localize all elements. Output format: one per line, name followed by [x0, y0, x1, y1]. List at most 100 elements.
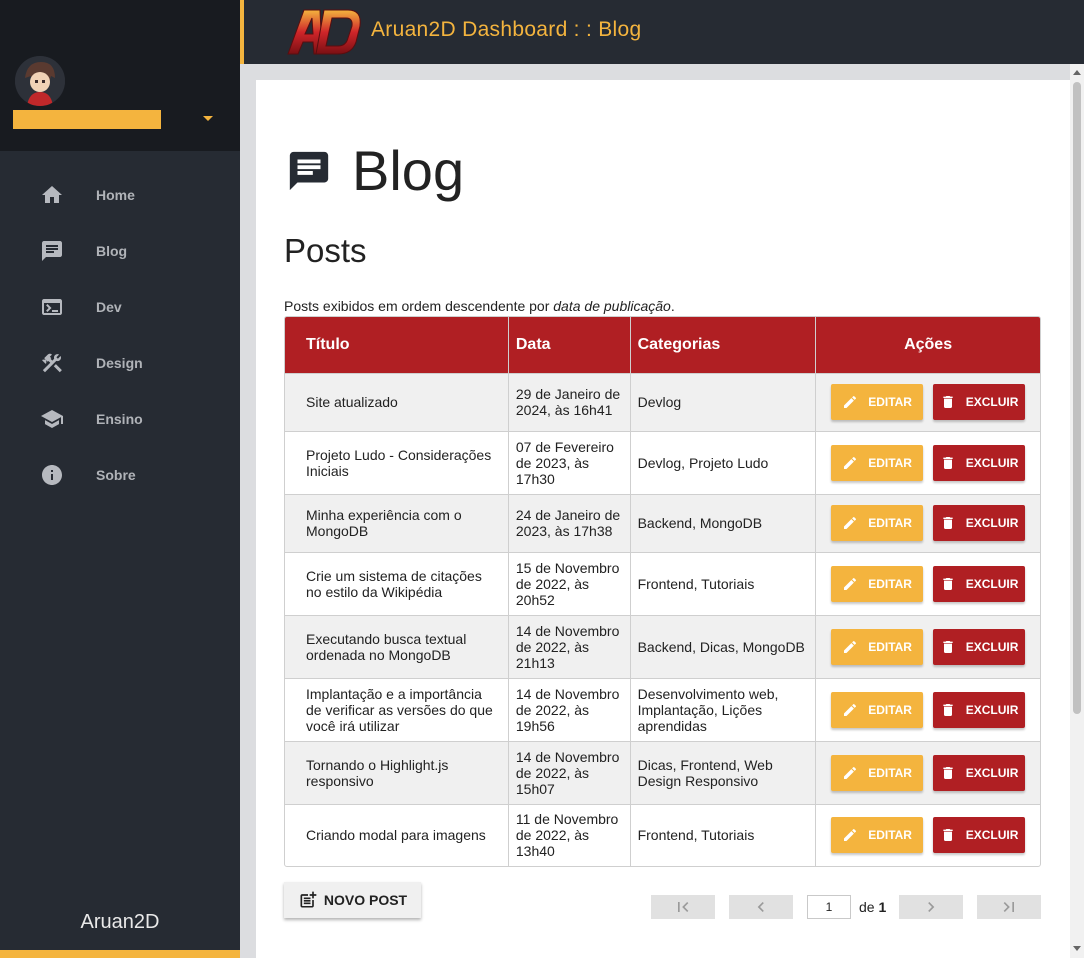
- brand-logo[interactable]: [286, 6, 364, 56]
- sidebar-item-design[interactable]: Design: [0, 335, 240, 391]
- delete-button[interactable]: EXCLUIR: [933, 565, 1026, 602]
- post-categories-cell: Backend, MongoDB: [630, 493, 817, 552]
- post-actions-cell: EDITAR EXCLUIR: [815, 430, 1040, 494]
- edit-button[interactable]: EDITAR: [831, 384, 924, 420]
- table-row: Tornando o Highlight.js responsivo 14 de …: [285, 740, 1040, 804]
- sidebar-item-ensino[interactable]: Ensino: [0, 391, 240, 447]
- pencil-icon: [844, 703, 857, 716]
- post-title-cell[interactable]: Tornando o Highlight.js responsivo: [285, 740, 509, 804]
- post-title-cell[interactable]: Criando modal para imagens: [285, 803, 509, 866]
- sidebar-item-home[interactable]: Home: [0, 167, 240, 223]
- home-icon: [42, 186, 62, 203]
- scroll-thumb[interactable]: [1073, 82, 1081, 714]
- column-header-date[interactable]: Data: [508, 317, 631, 373]
- edit-label: EDITAR: [868, 828, 912, 843]
- edit-label: EDITAR: [868, 455, 912, 470]
- post-categories-cell: Devlog, Projeto Ludo: [630, 430, 817, 494]
- delete-button[interactable]: EXCLUIR: [933, 384, 1026, 420]
- post-actions-cell: EDITAR EXCLUIR: [815, 803, 1040, 866]
- pencil-icon: [844, 516, 857, 529]
- post-actions-cell: EDITAR EXCLUIR: [815, 614, 1040, 678]
- delete-label: EXCLUIR: [965, 516, 1019, 530]
- user-name-bar[interactable]: [13, 110, 161, 129]
- edit-label: EDITAR: [868, 516, 912, 530]
- post-categories-cell: Frontend, Tutoriais: [630, 551, 817, 615]
- caption-suffix: .: [670, 298, 675, 314]
- post-actions-cell: EDITAR EXCLUIR: [815, 740, 1040, 804]
- scroll-down-icon[interactable]: [1073, 946, 1081, 951]
- post-title-cell[interactable]: Crie um sistema de citações no estilo da…: [285, 551, 509, 615]
- edit-button[interactable]: EDITAR: [831, 444, 924, 481]
- chat-icon: [42, 241, 62, 261]
- post-categories-cell: Dicas, Frontend, Web Design Responsivo: [630, 740, 817, 804]
- edit-label: EDITAR: [868, 639, 912, 654]
- delete-label: EXCLUIR: [965, 576, 1019, 591]
- new-post-button[interactable]: NOVO POST: [284, 882, 421, 918]
- post-categories-cell: Devlog: [630, 372, 817, 431]
- table-row: Minha experiência com o MongoDB 24 de Jan…: [285, 493, 1040, 552]
- sidebar-item-label: Dev: [96, 299, 122, 315]
- sidebar: Home Blog Dev Design Ensino Sobre Aruan2…: [0, 0, 240, 958]
- edit-button[interactable]: EDITAR: [831, 628, 924, 665]
- delete-button[interactable]: EXCLUIR: [933, 505, 1026, 541]
- tools-icon: [42, 353, 62, 373]
- chevron-left-icon: [757, 902, 764, 912]
- post-date-cell: 24 de Janeiro de 2023, às 17h38: [508, 493, 631, 552]
- delete-label: EXCLUIR: [965, 395, 1019, 409]
- edit-button[interactable]: EDITAR: [831, 817, 924, 854]
- sidebar-item-blog[interactable]: Blog: [0, 223, 240, 279]
- post-title-cell[interactable]: Projeto Ludo - Considerações Iniciais: [285, 430, 509, 494]
- delete-button[interactable]: EXCLUIR: [933, 628, 1026, 665]
- delete-button[interactable]: EXCLUIR: [933, 444, 1026, 481]
- caret-down-icon[interactable]: [203, 116, 213, 121]
- avatar[interactable]: [15, 56, 65, 106]
- trash-icon: [943, 703, 953, 716]
- table-row: Executando busca textual ordenada no Mon…: [285, 614, 1040, 678]
- page-number-input[interactable]: [807, 895, 851, 919]
- trash-icon: [943, 829, 953, 842]
- post-title-cell[interactable]: Executando busca textual ordenada no Mon…: [285, 614, 509, 678]
- prev-page-button[interactable]: [729, 895, 793, 919]
- next-page-button[interactable]: [899, 895, 963, 919]
- terminal-icon: [42, 299, 62, 315]
- column-header-title[interactable]: Título: [285, 317, 509, 373]
- scroll-up-icon[interactable]: [1073, 70, 1081, 75]
- sidebar-item-sobre[interactable]: Sobre: [0, 447, 240, 503]
- last-page-button[interactable]: [977, 895, 1041, 919]
- post-date-cell: 14 de Novembro de 2022, às 15h07: [508, 740, 631, 804]
- delete-label: EXCLUIR: [965, 765, 1019, 780]
- caption-prefix: Posts exibidos em ordem descendente por: [284, 298, 554, 314]
- table-row: Criando modal para imagens 11 de Novembro…: [285, 803, 1040, 866]
- edit-button[interactable]: EDITAR: [831, 754, 924, 791]
- trash-icon: [943, 577, 953, 590]
- edit-button[interactable]: EDITAR: [831, 505, 924, 541]
- post-title-cell[interactable]: Minha experiência com o MongoDB: [285, 493, 509, 552]
- first-page-icon: [678, 902, 689, 912]
- page-title: Blog: [286, 138, 464, 203]
- post-categories-cell: Frontend, Tutoriais: [630, 803, 817, 866]
- post-actions-cell: EDITAR EXCLUIR: [815, 551, 1040, 615]
- table-row: Crie um sistema de citações no estilo da…: [285, 551, 1040, 615]
- content-card: Blog Posts Posts exibidos em ordem desce…: [256, 80, 1070, 958]
- edit-button[interactable]: EDITAR: [831, 691, 924, 728]
- post-title-cell[interactable]: Site atualizado: [285, 372, 509, 431]
- pencil-icon: [844, 766, 857, 779]
- delete-label: EXCLUIR: [965, 639, 1019, 654]
- edit-label: EDITAR: [868, 395, 912, 409]
- column-header-categories[interactable]: Categorias: [630, 317, 817, 373]
- delete-button[interactable]: EXCLUIR: [933, 817, 1026, 854]
- sidebar-user-area: [0, 0, 240, 151]
- caption-emphasis: data de publicação: [553, 298, 671, 314]
- sidebar-item-dev[interactable]: Dev: [0, 279, 240, 335]
- info-icon: [42, 465, 62, 485]
- trash-icon: [943, 766, 953, 779]
- column-header-actions: Ações: [815, 317, 1040, 373]
- sidebar-item-label: Ensino: [96, 411, 143, 427]
- page-scrollbar[interactable]: [1070, 64, 1084, 958]
- delete-button[interactable]: EXCLUIR: [933, 691, 1026, 728]
- section-title: Posts: [284, 232, 367, 269]
- first-page-button[interactable]: [651, 895, 715, 919]
- edit-button[interactable]: EDITAR: [831, 565, 924, 602]
- post-title-cell[interactable]: Implantação e a importância de verificar…: [285, 677, 509, 741]
- delete-button[interactable]: EXCLUIR: [933, 754, 1026, 791]
